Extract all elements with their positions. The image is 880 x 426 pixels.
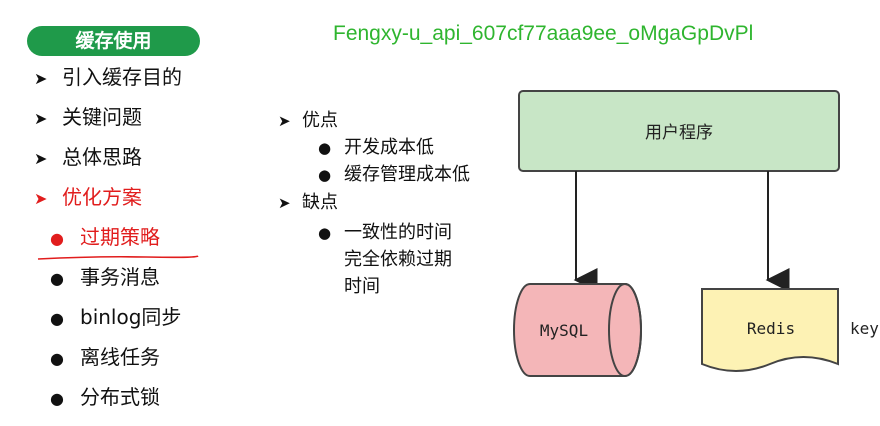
cons-item: ● 一致性的时间: [318, 220, 452, 246]
bullet-icon: ●: [50, 269, 64, 288]
arrow-right-icon: ➤: [34, 69, 48, 88]
outline-menu: ➤ 引入缓存目的 ➤ 关键问题 ➤ 总体思路 ➤ 优化方案 ● 过期策略 ● 事务消息 ● b…: [0, 0, 260, 426]
sub-item-binlog-sync[interactable]: ● binlog同步: [50, 302, 181, 332]
sub-item-label: binlog同步: [80, 305, 182, 329]
sub-item-distributed-lock[interactable]: ● 分布式锁: [50, 382, 160, 412]
bullet-icon: ●: [50, 389, 64, 408]
mysql-label: MySQL: [540, 321, 588, 340]
cons-item-continued: 时间: [344, 274, 380, 300]
pros-item: ● 缓存管理成本低: [318, 162, 470, 188]
redis-label: Redis: [747, 319, 795, 338]
cons-heading: ➤ 缺点: [278, 190, 338, 216]
arrow-right-icon: ➤: [34, 149, 48, 168]
menu-item-label: 优化方案: [62, 185, 142, 209]
cons-item-text: 完全依赖过期: [344, 249, 452, 270]
cons-title: 缺点: [302, 192, 338, 213]
sub-item-expiry-strategy[interactable]: ● 过期策略: [50, 222, 160, 252]
arrow-right-icon: ➤: [34, 109, 48, 128]
menu-item-key-issues[interactable]: ➤ 关键问题: [34, 102, 142, 132]
redis-side-label: key: [850, 319, 879, 338]
sub-item-label: 事务消息: [80, 265, 160, 289]
user-program-label: 用户程序: [645, 123, 713, 143]
user-program-box: 用户程序: [518, 90, 840, 172]
pros-item: ● 开发成本低: [318, 135, 434, 161]
cache-architecture-diagram: 用户程序 MySQL Redis key: [513, 90, 879, 377]
menu-item-label: 引入缓存目的: [62, 65, 182, 89]
sub-item-offline-task[interactable]: ● 离线任务: [50, 342, 160, 372]
menu-item-label: 总体思路: [62, 145, 142, 169]
redis-document: Redis: [701, 288, 839, 372]
bullet-icon: ●: [318, 166, 332, 184]
mysql-cylinder: MySQL: [513, 283, 642, 377]
cons-item-continued: 完全依赖过期: [344, 247, 452, 273]
sub-item-label: 离线任务: [80, 345, 160, 369]
sub-item-transaction-message[interactable]: ● 事务消息: [50, 262, 160, 292]
menu-item-label: 关键问题: [62, 105, 142, 129]
arrow-right-icon: ➤: [34, 189, 48, 208]
arrow-right-icon: ➤: [278, 112, 291, 130]
bullet-icon: ●: [50, 229, 64, 248]
bullet-icon: ●: [318, 139, 332, 157]
arrow-right-icon: ➤: [278, 194, 291, 212]
watermark-text: Fengxy-u_api_607cf77aaa9ee_oMgaGpDvPl: [333, 22, 754, 45]
cons-item-text: 时间: [344, 276, 380, 297]
pros-title: 优点: [302, 110, 338, 131]
menu-item-optimization[interactable]: ➤ 优化方案: [34, 182, 142, 212]
bullet-icon: ●: [50, 349, 64, 368]
sub-item-label: 过期策略: [80, 225, 160, 249]
menu-item-purpose[interactable]: ➤ 引入缓存目的: [34, 62, 182, 92]
bullet-icon: ●: [50, 309, 64, 328]
bullet-icon: ●: [318, 224, 332, 242]
cons-item-text: 一致性的时间: [344, 222, 452, 243]
pros-heading: ➤ 优点: [278, 108, 338, 134]
sub-item-label: 分布式锁: [80, 385, 160, 409]
pros-item-text: 开发成本低: [344, 137, 434, 158]
pros-item-text: 缓存管理成本低: [344, 164, 470, 185]
menu-item-overall-approach[interactable]: ➤ 总体思路: [34, 142, 142, 172]
